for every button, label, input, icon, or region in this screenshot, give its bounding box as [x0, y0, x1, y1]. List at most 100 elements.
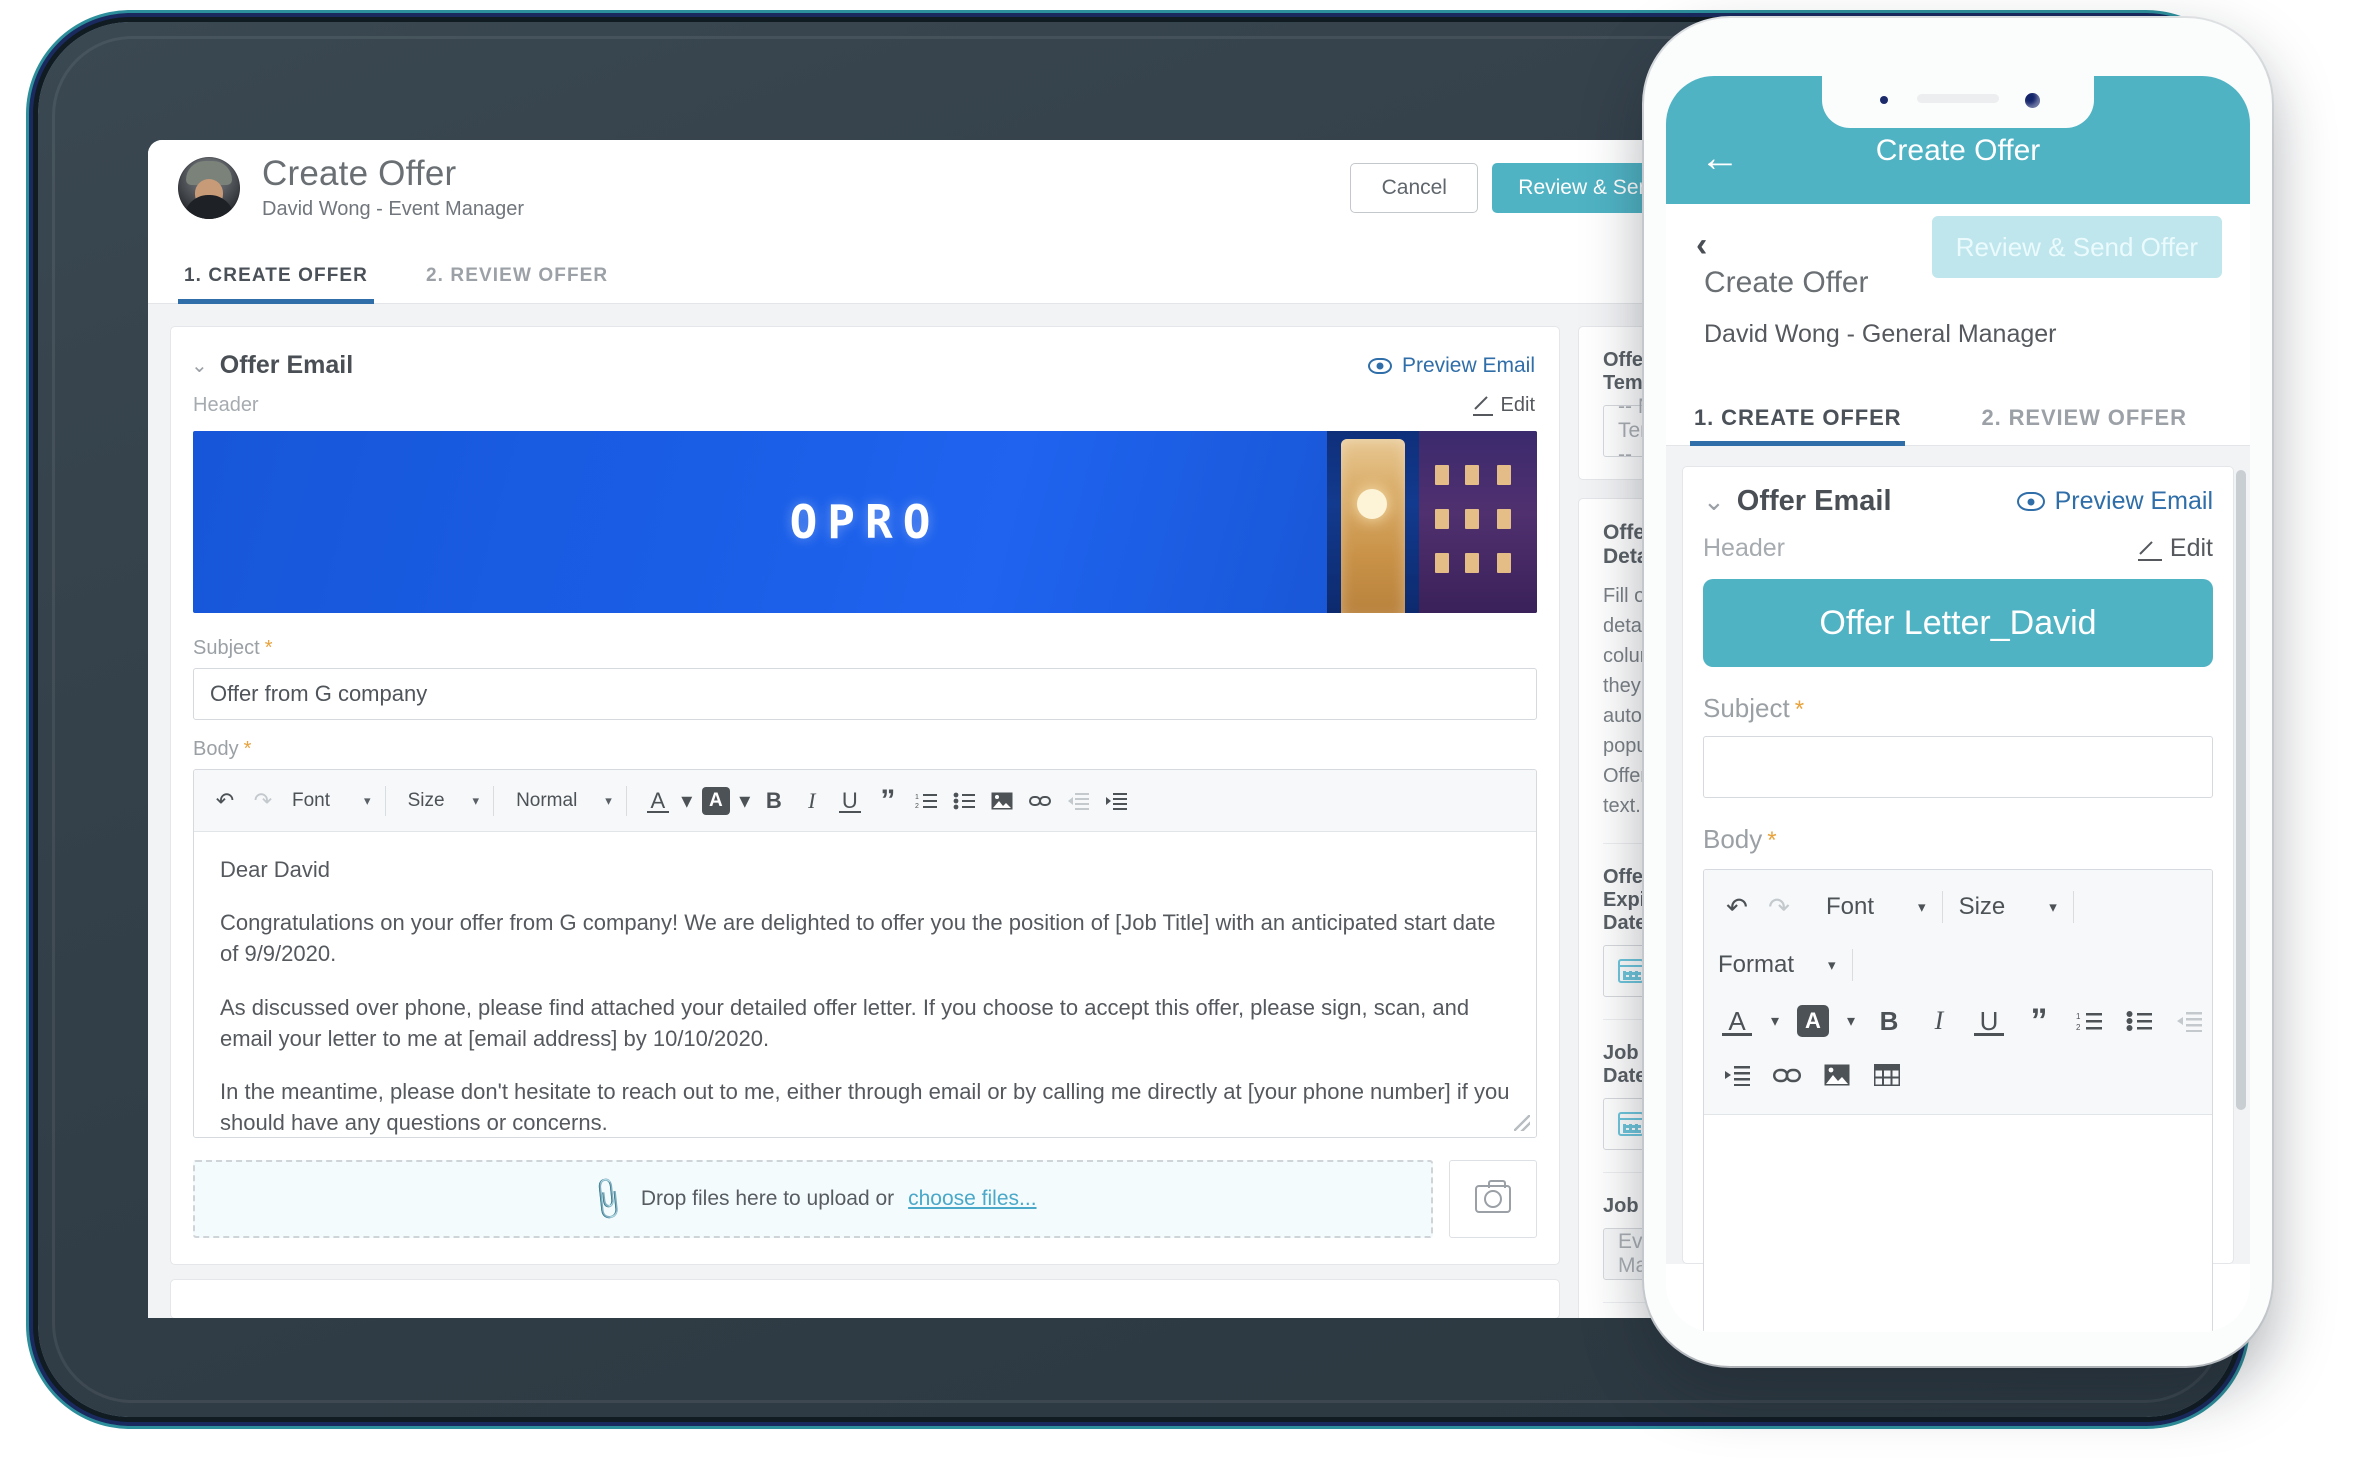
italic-icon[interactable]: I: [795, 781, 829, 821]
body-paragraph: Dear David: [220, 857, 331, 882]
phone-notch: [1822, 76, 2094, 128]
edit-header-link[interactable]: Edit: [1472, 394, 1535, 417]
bullet-list-icon[interactable]: [947, 781, 981, 821]
chevron-down-icon[interactable]: ⌄: [191, 353, 208, 378]
chevron-down-icon[interactable]: ▾: [1844, 1000, 1858, 1042]
outdent-icon[interactable]: [1061, 781, 1095, 821]
redo-icon[interactable]: ↷: [246, 781, 280, 821]
required-asterisk: *: [243, 738, 252, 760]
cancel-button[interactable]: Cancel: [1350, 163, 1479, 213]
resize-handle[interactable]: [1514, 1115, 1530, 1131]
user-avatar[interactable]: [178, 157, 240, 219]
phone-subject-input[interactable]: [1703, 736, 2213, 798]
outdent-icon[interactable]: [2170, 1000, 2208, 1042]
table-icon[interactable]: [1868, 1054, 1906, 1096]
svg-text:2: 2: [915, 803, 919, 810]
bold-icon[interactable]: B: [1870, 1000, 1908, 1042]
phone-editor-content-area[interactable]: [1704, 1115, 2212, 1332]
eye-icon: [2016, 492, 2045, 511]
tab-review-offer[interactable]: 2. REVIEW OFFER: [420, 265, 614, 303]
back-chevron-icon[interactable]: ‹: [1696, 226, 1707, 265]
phone-size-select[interactable]: Size ▾: [1959, 893, 2057, 921]
subject-input[interactable]: Offer from G company: [193, 668, 1537, 720]
indent-icon[interactable]: [1718, 1054, 1756, 1096]
chevron-down-icon[interactable]: ▾: [737, 781, 753, 821]
tab-create-offer[interactable]: 1. CREATE OFFER: [178, 265, 374, 304]
subject-field-group: Subject * Offer from G company Body *: [171, 613, 1559, 769]
divider: [2072, 891, 2074, 923]
building-image: [1419, 431, 1537, 613]
highlight-color-icon[interactable]: A: [1794, 1000, 1832, 1042]
phone-section-title: Offer Email: [1736, 485, 1892, 517]
sensor-dot: [1880, 96, 1888, 104]
phone-preview-email-link[interactable]: Preview Email: [2016, 487, 2213, 516]
phone-scrollbar[interactable]: [2236, 470, 2246, 1110]
link-icon[interactable]: [1023, 781, 1057, 821]
body-paragraph: In the meantime, please don't hesitate t…: [220, 1079, 1510, 1136]
camera-button[interactable]: [1449, 1160, 1537, 1238]
phone-device: ← Create Offer ‹ Review & Send Offer Cre…: [1644, 18, 2272, 1366]
clock-tower-image: [1327, 431, 1419, 613]
phone-scroll-area[interactable]: ⌄ Offer Email Preview Email Header Edit …: [1666, 446, 2250, 1332]
phone-rich-text-editor: ↶ ↷ Font ▾ Size ▾ Format ▾ A ▾ A ▾ B I U…: [1703, 869, 2213, 1332]
preview-email-link[interactable]: Preview Email: [1367, 354, 1535, 378]
email-header-banner[interactable]: OPRO: [193, 431, 1537, 613]
size-select[interactable]: Size ▾: [400, 781, 480, 821]
file-dropzone[interactable]: 📎 Drop files here to upload or choose fi…: [193, 1160, 1433, 1238]
phone-font-select[interactable]: Font ▾: [1826, 893, 1926, 921]
blockquote-icon[interactable]: ”: [871, 781, 905, 821]
page-subtitle: David Wong - Event Manager: [262, 197, 524, 220]
blockquote-icon[interactable]: ”: [2020, 1000, 2058, 1042]
chevron-down-icon: ▾: [472, 792, 480, 808]
divider: [384, 785, 386, 816]
phone-header-row: Header Edit: [1703, 534, 2213, 563]
bold-icon[interactable]: B: [757, 781, 791, 821]
body-paragraph: As discussed over phone, please find att…: [220, 994, 1470, 1051]
phone-edit-header-link[interactable]: Edit: [2137, 534, 2213, 563]
chevron-down-icon[interactable]: ⌄: [1703, 486, 1725, 517]
highlight-color-icon[interactable]: A: [699, 781, 733, 821]
undo-icon[interactable]: ↶: [208, 781, 242, 821]
phone-subject-label: Subject *: [1703, 693, 1805, 723]
underline-icon[interactable]: U: [1970, 1000, 2008, 1042]
body-paragraph: Congratulations on your offer from G com…: [220, 910, 1496, 967]
calendar-icon: [1618, 1112, 1644, 1136]
image-icon[interactable]: [1818, 1054, 1856, 1096]
text-color-icon[interactable]: A: [1718, 1000, 1756, 1042]
text-color-icon[interactable]: A: [641, 781, 675, 821]
indent-icon[interactable]: [1099, 781, 1133, 821]
section-title: Offer Email: [219, 351, 354, 379]
eye-icon: [1367, 357, 1392, 374]
svg-text:1: 1: [2076, 1012, 2081, 1021]
phone-review-send-offer-button[interactable]: Review & Send Offer: [1931, 216, 2222, 278]
undo-icon[interactable]: ↶: [1718, 886, 1756, 928]
italic-icon[interactable]: I: [1920, 1000, 1958, 1042]
header-field-label: Header: [193, 394, 259, 416]
phone-tab-review-offer[interactable]: 2. REVIEW OFFER: [1981, 405, 2186, 445]
choose-files-link[interactable]: choose files...: [908, 1187, 1036, 1211]
phone-edit-label: Edit: [2169, 534, 2213, 562]
chevron-down-icon[interactable]: ▾: [679, 781, 695, 821]
phone-tab-create-offer[interactable]: 1. CREATE OFFER: [1689, 405, 1906, 446]
image-icon[interactable]: [985, 781, 1019, 821]
phone-format-select[interactable]: Format ▾: [1718, 951, 1836, 979]
app-body: ⌄ Offer Email Preview Email Header Edit: [148, 304, 1768, 1318]
editor-content-area[interactable]: Dear David Congratulations on your offer…: [194, 832, 1536, 1137]
bullet-list-icon[interactable]: [2120, 1000, 2158, 1042]
font-select[interactable]: Font ▾: [284, 781, 371, 821]
attachment-row: 📎 Drop files here to upload or choose fi…: [171, 1138, 1559, 1264]
underline-icon[interactable]: U: [833, 781, 867, 821]
header-row: Header Edit: [171, 386, 1559, 427]
phone-header-field-label: Header: [1703, 534, 1785, 562]
numbered-list-icon[interactable]: 12: [909, 781, 943, 821]
phone-toolbar-row-2: Format ▾: [1718, 936, 2198, 994]
paperclip-icon: 📎: [583, 1174, 633, 1224]
phone-section-header: ⌄ Offer Email Preview Email: [1703, 485, 2213, 518]
format-select[interactable]: Normal ▾: [508, 781, 612, 821]
link-icon[interactable]: [1768, 1054, 1806, 1096]
redo-icon[interactable]: ↷: [1760, 886, 1798, 928]
numbered-list-icon[interactable]: 12: [2070, 1000, 2108, 1042]
chevron-down-icon[interactable]: ▾: [1768, 1000, 1782, 1042]
phone-email-header-banner[interactable]: Offer Letter_David: [1703, 579, 2213, 667]
speaker-grille: [1917, 94, 1999, 103]
